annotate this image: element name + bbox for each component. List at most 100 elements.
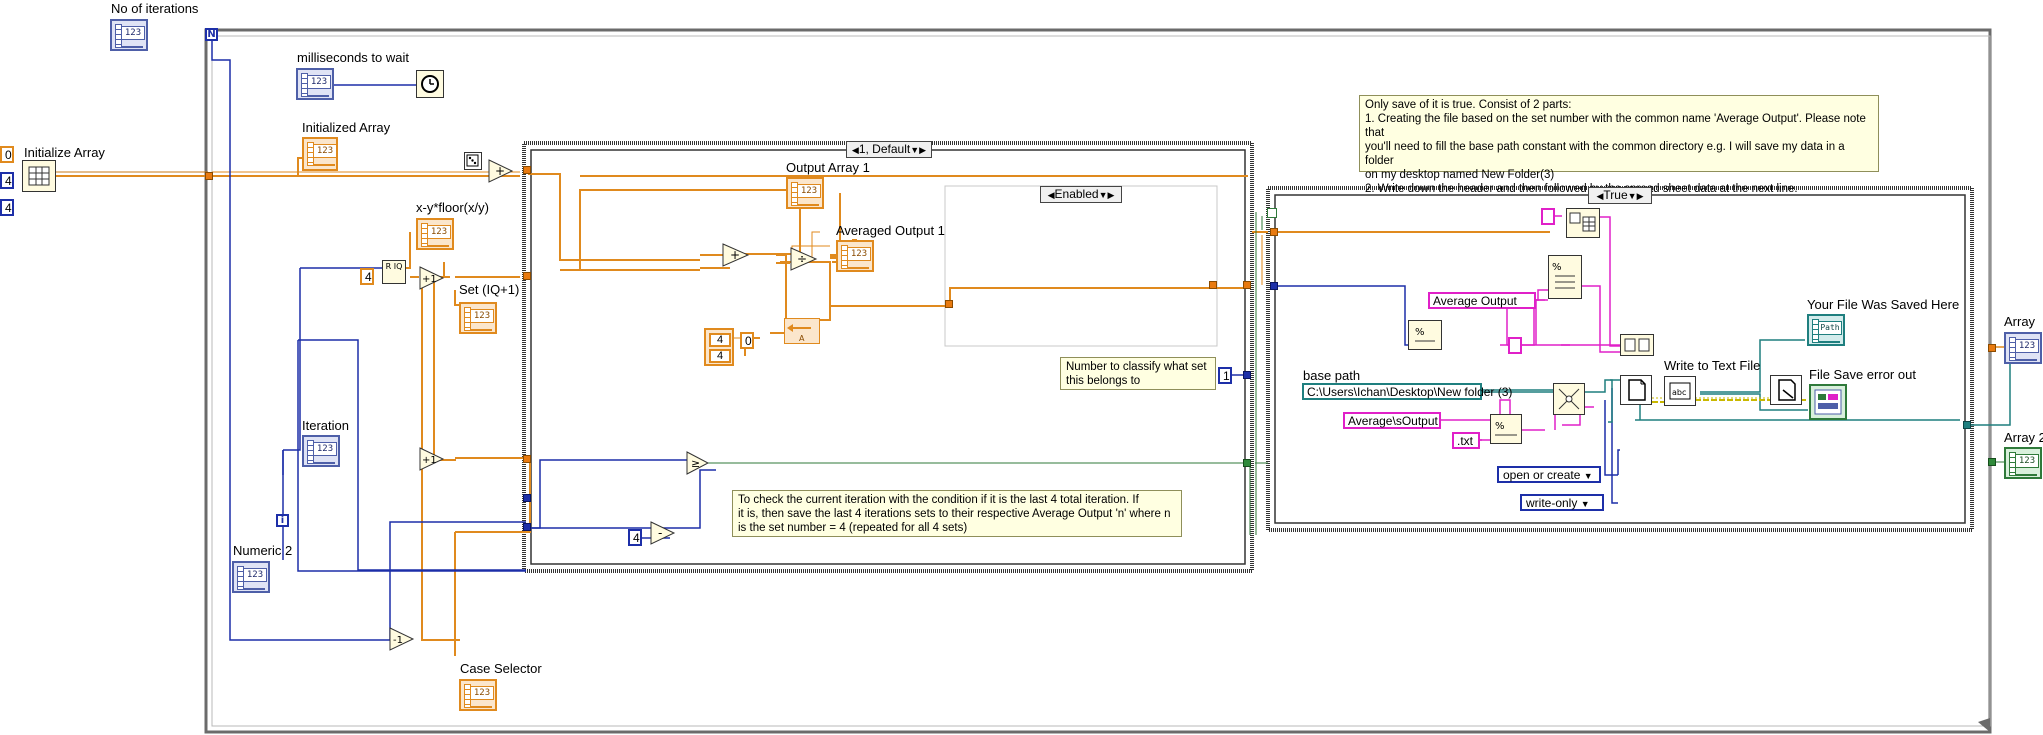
format-string-node-1[interactable]: % (1548, 255, 1582, 299)
milliseconds-to-wait-control[interactable]: 123 (296, 68, 334, 100)
tick-glyph (847, 263, 869, 269)
build-const-c[interactable]: 0 (740, 332, 754, 349)
init-value-constant[interactable]: 0 (0, 146, 14, 163)
loop-iteration-terminal[interactable]: i (276, 514, 289, 527)
wait-ms-node[interactable] (416, 70, 444, 98)
increment-node-1[interactable]: +1 (419, 266, 445, 290)
build-array-node[interactable]: A (784, 318, 820, 344)
array-to-spreadsheet-node[interactable] (1566, 208, 1600, 238)
x-y-floor-indicator: 123 (416, 218, 454, 250)
add-node-2[interactable]: + (722, 243, 750, 267)
build-path-node[interactable] (1553, 383, 1585, 415)
decrement-node[interactable]: -1 (389, 627, 415, 651)
dim-size-constant-2[interactable]: 4 (0, 199, 14, 216)
build-const-b[interactable]: 4 (709, 349, 731, 363)
pink-small-constant[interactable] (1508, 337, 1522, 354)
build-path-icon (1558, 388, 1580, 410)
true-case-frame[interactable] (1266, 186, 1974, 532)
tick-glyph (2015, 355, 2037, 361)
divide-glyph: ÷ (797, 252, 807, 266)
open-file-node[interactable] (1620, 375, 1652, 405)
close-file-node[interactable] (1770, 375, 1802, 405)
case-dropdown-icon[interactable]: ▼▶ (910, 145, 926, 155)
build-const-a[interactable]: 4 (709, 333, 731, 347)
initialized-array-label: Initialized Array (302, 120, 391, 135)
pink-string-constant[interactable] (1541, 208, 1555, 225)
case-tunnel-left-1 (523, 166, 531, 174)
true-case-value: True (1603, 188, 1628, 202)
iteration-label: Iteration (302, 418, 349, 433)
note-line: Number to classify what set (1066, 361, 1207, 373)
write-only-ring[interactable]: write-only ▼ (1520, 494, 1604, 511)
add-node-1[interactable]: + (488, 159, 514, 183)
initialized-array-indicator: 123 (302, 137, 338, 171)
array-2-label: Array 2 (2004, 430, 2043, 445)
prev-case-icon[interactable]: ◀ (852, 145, 859, 155)
enabled-tunnel-left (945, 300, 953, 308)
dim-size-constant-1[interactable]: 4 (0, 172, 14, 189)
quotient-remainder-node[interactable]: R IQ (382, 260, 406, 284)
average-output-constant[interactable]: Average Output (1428, 292, 1536, 309)
dropdown-arrow-icon[interactable]: ▼ (1584, 471, 1593, 481)
case-tunnel-right-2 (1243, 371, 1251, 379)
note-line: is the set number = 4 (repeated for all … (738, 522, 968, 534)
inner-case-selector[interactable]: ◀1, Default▼▶ (846, 141, 932, 158)
initialize-array-node[interactable] (22, 160, 56, 192)
txt-extension-constant[interactable]: .txt (1452, 432, 1480, 449)
numeric-glyph: 123 (121, 26, 145, 40)
dropdown-arrow-icon[interactable]: ▼ (1581, 499, 1590, 509)
case-tunnel-right-1 (1243, 281, 1251, 289)
classify-note: Number to classify what set this belongs… (1060, 357, 1216, 390)
output-array-1-label: Output Array 1 (786, 160, 870, 175)
diagram-disable-selector[interactable]: ◀Enabled▼▶ (1040, 186, 1122, 203)
prev-case-icon[interactable]: ◀ (1048, 190, 1055, 200)
numeric-glyph: 123 (313, 144, 337, 158)
open-or-create-ring[interactable]: open or create ▼ (1497, 466, 1601, 483)
number-to-string-node[interactable]: % (1408, 320, 1442, 350)
tick-glyph (313, 458, 335, 464)
case-dropdown-icon[interactable]: ▼▶ (1628, 191, 1644, 201)
build-array-const-group[interactable]: 4 4 (704, 328, 734, 366)
write-to-text-file-node[interactable]: abc (1664, 376, 1696, 406)
note-line: Only save of it is true. Consist of 2 pa… (1365, 99, 1572, 111)
write-file-icon: abc (1669, 382, 1691, 400)
enabled-disable-frame[interactable] (944, 185, 1218, 347)
your-file-was-saved-here-label: Your File Was Saved Here (1807, 297, 1960, 312)
base-path-constant[interactable]: C:\Users\Ichan\Desktop\New folder (3) (1302, 383, 1512, 400)
divide-node[interactable]: ÷ (790, 247, 818, 271)
milliseconds-to-wait-label: milliseconds to wait (297, 50, 409, 65)
tick-glyph (121, 42, 143, 48)
file-save-error-out-indicator (1809, 384, 1847, 420)
tick-glyph (470, 702, 492, 708)
numeric-glyph: 123 (2015, 339, 2039, 353)
numeric-glyph: 123 (2015, 454, 2039, 468)
numeric-2-label: Numeric 2 (233, 543, 293, 558)
modulo-divisor-constant[interactable]: 4 (360, 268, 374, 285)
subtract-node[interactable]: - (650, 521, 676, 545)
case-dropdown-icon[interactable]: ▼▶ (1099, 190, 1115, 200)
true-case-tunnel-2 (1270, 282, 1278, 290)
increment-glyph: +1 (422, 455, 437, 466)
concatenate-node-1[interactable] (1620, 334, 1654, 356)
set-number-constant[interactable]: 1 (1218, 367, 1232, 384)
tick-glyph (243, 584, 265, 590)
file-icon (1628, 379, 1646, 401)
set-iq-plus-1-indicator: 123 (459, 302, 497, 334)
case-tunnel-right-3 (1243, 459, 1251, 467)
array-tunnel-in (205, 172, 213, 180)
numeric-glyph: 123 (427, 225, 451, 239)
true-case-selector[interactable]: ◀True▼▶ (1588, 187, 1652, 204)
inner-case-value: 1, Default (858, 142, 911, 156)
concatenate-node-2[interactable]: % (1490, 414, 1522, 444)
loop-count-terminal[interactable]: N (205, 28, 218, 41)
subtract-value-constant[interactable]: 4 (628, 529, 642, 546)
random-number-node[interactable] (464, 152, 482, 170)
write-to-text-file-label: Write to Text File (1664, 358, 1761, 373)
greater-equal-node[interactable]: ≥ (686, 451, 710, 475)
average-s-output-constant[interactable]: Average\sOutput (1343, 412, 1441, 429)
increment-node-2[interactable]: +1 (419, 447, 445, 471)
diagram-disable-value: Enabled (1054, 187, 1099, 201)
numeric-glyph: 123 (847, 247, 871, 261)
no-of-iterations-control[interactable]: 123 (110, 19, 148, 51)
numeric-glyph: 123 (470, 686, 494, 700)
